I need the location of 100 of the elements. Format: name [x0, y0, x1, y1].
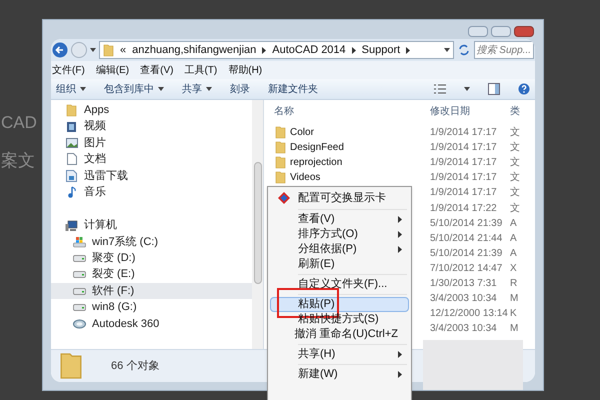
menu-bar-item[interactable]: 帮助(H) [228, 62, 262, 78]
file-date: 3/4/2003 10:34 [430, 292, 498, 306]
toolbar-button[interactable]: 共享 [182, 82, 212, 96]
menu-bar-item[interactable]: 文件(F) [52, 62, 85, 78]
file-date: 5/10/2014 21:44 [430, 232, 504, 246]
refresh-icon[interactable] [456, 43, 471, 57]
menu-item[interactable]: 撤消 重命名(U)Ctrl+Z [270, 327, 409, 342]
nav-item[interactable]: win7系统 (C:) [51, 234, 252, 250]
file-type: 文 [510, 186, 521, 200]
menu-item[interactable]: 配置可交换显示卡 [270, 189, 409, 207]
file-name[interactable]: Videos [290, 170, 320, 186]
caret-icon [80, 87, 86, 91]
file-type: K [510, 307, 518, 322]
breadcrumb[interactable]: Support [362, 42, 400, 58]
search-field[interactable]: 搜索 Supp... [474, 41, 534, 59]
file-type: M [510, 292, 520, 306]
menu-item[interactable]: 分组依据(P) [270, 242, 409, 257]
caret-icon [464, 87, 470, 91]
column-header[interactable]: 修改日期 [430, 104, 510, 118]
column-header[interactable]: 名称 [270, 104, 430, 118]
cloud-icon [73, 318, 86, 329]
folder-icon [275, 171, 286, 184]
menu-item[interactable]: 刷新(E) [270, 257, 409, 272]
submenu-arrow-icon [398, 246, 402, 253]
menu-item[interactable]: 共享(H) [270, 347, 409, 362]
caret-icon [444, 48, 450, 52]
file-date: 1/9/2014 17:17 [430, 156, 498, 170]
scrollbar[interactable] [252, 100, 263, 349]
file-name[interactable]: reprojection [290, 155, 342, 170]
file-type: R [510, 276, 518, 291]
file-date: 12/12/2000 13:14 [430, 307, 509, 322]
toolbar-button[interactable]: 包含到库中 [104, 82, 164, 96]
music-note-icon [66, 186, 76, 198]
computer-icon [65, 220, 78, 232]
nav-item[interactable]: 裂变 (E:) [51, 266, 252, 283]
back-icon[interactable] [52, 42, 68, 58]
nav-item[interactable]: 软件 (F:) [51, 282, 252, 300]
file-name[interactable]: DesignFeed [290, 140, 344, 156]
nav-item[interactable]: 图片 [51, 134, 252, 152]
toolbar-button[interactable]: 组织 [56, 82, 86, 96]
file-name[interactable]: Color [290, 125, 314, 140]
file-type: 文 [510, 156, 521, 170]
folder-icon [275, 141, 286, 154]
submenu-arrow-icon [262, 46, 266, 54]
minimize-button[interactable] [468, 26, 488, 37]
caret-icon [90, 48, 96, 52]
preview-pane-icon[interactable] [488, 83, 500, 95]
picture-icon [66, 138, 78, 148]
nav-item[interactable]: 聚变 (D:) [51, 250, 252, 267]
breadcrumb[interactable]: anzhuang,shifangwenjian [132, 42, 256, 58]
nav-item[interactable]: 视频 [51, 118, 252, 135]
scroll-thumb[interactable] [254, 162, 262, 284]
toolbar-button[interactable]: 刻录 [230, 82, 250, 96]
menu-item[interactable]: 新建(W) [270, 367, 409, 382]
drive-icon [73, 271, 86, 278]
file-type: 文 [510, 140, 521, 156]
nav-item[interactable]: Autodesk 360 [51, 316, 252, 332]
file-date: 1/9/2014 17:22 [430, 202, 498, 216]
menu-bar-item[interactable]: 编辑(E) [96, 62, 130, 78]
file-date: 5/10/2014 21:39 [430, 216, 504, 231]
toolbar-button[interactable]: 新建文件夹 [268, 82, 318, 96]
nav-item[interactable]: 计算机 [51, 217, 252, 234]
folder-icon [275, 126, 286, 140]
nav-item[interactable]: Apps [51, 102, 252, 118]
drive-icon [73, 304, 86, 311]
drive-icon [73, 254, 86, 262]
view-options-icon[interactable] [434, 84, 446, 94]
file-type: A [510, 232, 518, 246]
close-button[interactable] [514, 26, 534, 37]
background-text: 案文 [0, 150, 36, 172]
file-date: 1/9/2014 17:17 [430, 171, 498, 186]
diamond-icon [278, 192, 290, 204]
file-date: 1/9/2014 17:17 [430, 186, 498, 200]
folder-icon [103, 44, 114, 56]
nav-item[interactable]: win8 (G:) [51, 299, 252, 316]
caret-icon [206, 87, 212, 91]
menu-item[interactable]: 粘贴(P) [270, 297, 409, 312]
column-header[interactable]: 类 [510, 104, 524, 118]
menu-item[interactable]: 排序方式(O) [270, 227, 409, 242]
file-date: 1/9/2014 17:17 [430, 126, 498, 140]
nav-item[interactable]: 迅雷下载 [51, 168, 252, 184]
nav-item[interactable]: 音乐 [51, 184, 252, 200]
document-icon [66, 153, 76, 166]
file-date: 1/30/2013 7:31 [430, 276, 498, 291]
maximize-button[interactable] [491, 26, 511, 37]
film-icon [66, 120, 77, 133]
file-type: M [510, 322, 520, 336]
file-date: 3/4/2003 10:34 [430, 322, 498, 336]
address-bar[interactable]: « anzhuang,shifangwenjian AutoCAD 2014 Support [99, 41, 454, 59]
menu-item[interactable]: 查看(V) [270, 212, 409, 227]
breadcrumb[interactable]: AutoCAD 2014 [272, 42, 346, 58]
file-type: A [510, 216, 518, 231]
menu-bar-item[interactable]: 工具(T) [184, 62, 218, 78]
file-date: 7/10/2012 14:47 [430, 262, 504, 276]
help-icon[interactable] [518, 83, 530, 95]
file-type: 文 [510, 126, 521, 140]
nav-item[interactable]: 文档 [51, 151, 252, 168]
background-text: CAD [0, 112, 37, 134]
file-type: 文 [510, 202, 521, 216]
menu-bar-item[interactable]: 查看(V) [140, 62, 174, 78]
